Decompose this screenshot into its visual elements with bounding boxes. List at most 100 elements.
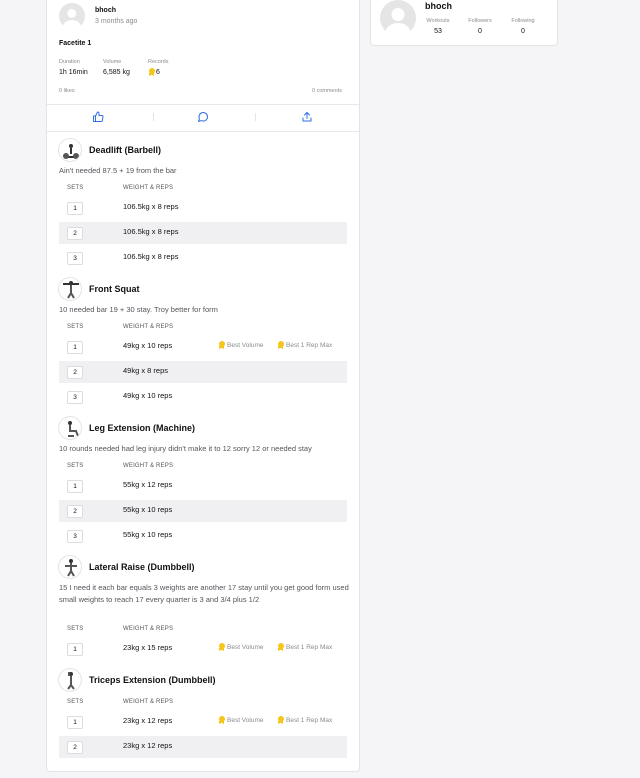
medal-icon	[277, 341, 284, 349]
exercise-title[interactable]: Front Squat	[89, 284, 140, 294]
set-number: 1	[67, 643, 83, 656]
set-row: 3 49kg x 10 reps	[59, 386, 347, 408]
best-1rm-badge: Best 1 Rep Max	[277, 341, 332, 349]
exercise-thumbnail[interactable]	[58, 555, 82, 579]
set-value: 49kg x 10 reps	[123, 341, 173, 350]
badge-label: Best 1 Rep Max	[286, 643, 333, 651]
duration-label: Duration	[59, 59, 80, 65]
set-number: 1	[67, 341, 83, 354]
badge-label: Best Volume	[227, 643, 264, 651]
exercise-thumbnail[interactable]	[58, 138, 82, 162]
col-sets-header: SETS	[67, 324, 84, 330]
col-sets-header: SETS	[67, 626, 84, 632]
action-separator	[153, 113, 154, 121]
comment-button[interactable]	[196, 110, 210, 124]
col-sets-header: SETS	[67, 185, 84, 191]
medal-icon	[277, 643, 284, 651]
followers-label[interactable]: Followers	[462, 18, 498, 24]
medal-icon	[218, 716, 225, 724]
workouts-label: Workouts	[426, 18, 450, 24]
set-value: 55kg x 10 reps	[123, 530, 173, 539]
set-row: 1 106.5kg x 8 reps	[59, 197, 347, 219]
set-value: 49kg x 8 reps	[123, 366, 169, 375]
following-label[interactable]: Following	[505, 18, 541, 24]
set-number: 3	[67, 391, 83, 404]
set-number: 1	[67, 202, 83, 215]
best-1rm-badge: Best 1 Rep Max	[277, 716, 332, 724]
set-value: 106.5kg x 8 reps	[123, 202, 179, 211]
post-time: 3 months ago	[95, 18, 138, 25]
col-weight-header: WEIGHT & REPS	[123, 626, 174, 632]
badge-label: Best Volume	[227, 341, 264, 349]
set-number: 3	[67, 252, 83, 265]
like-button[interactable]	[91, 110, 105, 124]
records-count: 6	[156, 68, 160, 76]
workouts-value: 53	[434, 28, 442, 35]
exercise-thumbnail[interactable]	[58, 277, 82, 301]
set-number: 1	[67, 716, 83, 729]
exercise-title[interactable]: Deadlift (Barbell)	[89, 145, 161, 155]
set-value: 106.5kg x 8 reps	[123, 227, 179, 236]
set-row: 1 23kg x 12 reps Best Volume Best 1 Rep M…	[59, 711, 347, 733]
medal-icon	[218, 341, 225, 349]
set-value: 49kg x 10 reps	[123, 391, 173, 400]
best-volume-badge: Best Volume	[218, 716, 264, 724]
exercise-note: 10 rounds needed had leg injury didn't m…	[59, 444, 312, 453]
following-value[interactable]: 0	[505, 28, 541, 35]
set-value: 106.5kg x 8 reps	[123, 252, 179, 261]
exercise-thumbnail[interactable]	[58, 416, 82, 440]
set-row: 2 106.5kg x 8 reps	[59, 222, 347, 244]
badge-label: Best Volume	[227, 716, 264, 724]
set-number: 3	[67, 530, 83, 543]
set-row: 2 49kg x 8 reps	[59, 361, 347, 383]
col-weight-header: WEIGHT & REPS	[123, 324, 174, 330]
exercise-thumbnail[interactable]	[58, 668, 82, 692]
records-value: 6	[148, 68, 160, 76]
col-weight-header: WEIGHT & REPS	[123, 463, 174, 469]
set-row: 2 55kg x 10 reps	[59, 500, 347, 522]
followers-value[interactable]: 0	[462, 28, 498, 35]
badge-label: Best 1 Rep Max	[286, 716, 333, 724]
share-button[interactable]	[300, 110, 314, 124]
best-volume-badge: Best Volume	[218, 643, 264, 651]
set-number: 2	[67, 741, 83, 754]
workout-title[interactable]: Facetite 1	[59, 40, 91, 47]
badge-label: Best 1 Rep Max	[286, 341, 333, 349]
user-avatar[interactable]	[59, 3, 85, 29]
profile-avatar[interactable]	[380, 0, 416, 36]
exercise-note: Ain't needed 87.5 + 19 from the bar	[59, 166, 177, 175]
share-icon	[302, 112, 312, 122]
post-username[interactable]: bhoch	[95, 7, 116, 14]
exercise-title[interactable]: Leg Extension (Machine)	[89, 423, 195, 433]
set-value: 23kg x 15 reps	[123, 643, 173, 652]
divider	[47, 104, 359, 105]
set-value: 23kg x 12 reps	[123, 716, 173, 725]
duration-value: 1h 16min	[59, 69, 88, 76]
set-number: 1	[67, 480, 83, 493]
exercise-title[interactable]: Triceps Extension (Dumbbell)	[89, 675, 216, 685]
exercise-note: 10 needed bar 19 + 30 stay. Troy better …	[59, 305, 218, 314]
likes-count[interactable]: 0 likes	[59, 88, 75, 94]
set-value: 55kg x 12 reps	[123, 480, 173, 489]
set-value: 55kg x 10 reps	[123, 505, 173, 514]
set-number: 2	[67, 505, 83, 518]
volume-value: 6,585 kg	[103, 69, 130, 76]
col-weight-header: WEIGHT & REPS	[123, 185, 174, 191]
medal-icon	[218, 643, 225, 651]
best-volume-badge: Best Volume	[218, 341, 264, 349]
comment-icon	[198, 112, 209, 122]
set-row: 3 106.5kg x 8 reps	[59, 247, 347, 269]
set-row: 2 23kg x 12 reps	[59, 736, 347, 758]
set-number: 2	[67, 227, 83, 240]
set-row: 1 55kg x 12 reps	[59, 475, 347, 497]
records-label: Records	[148, 59, 169, 65]
exercise-title[interactable]: Lateral Raise (Dumbbell)	[89, 562, 195, 572]
comments-count[interactable]: 0 comments	[312, 88, 342, 94]
action-separator	[255, 113, 256, 121]
set-number: 2	[67, 366, 83, 379]
profile-username[interactable]: bhoch	[425, 1, 452, 11]
col-sets-header: SETS	[67, 463, 84, 469]
exercise-note: 15 I need it each bar equals 3 weights a…	[59, 583, 349, 604]
divider	[47, 131, 359, 132]
set-row: 3 55kg x 10 reps	[59, 525, 347, 547]
